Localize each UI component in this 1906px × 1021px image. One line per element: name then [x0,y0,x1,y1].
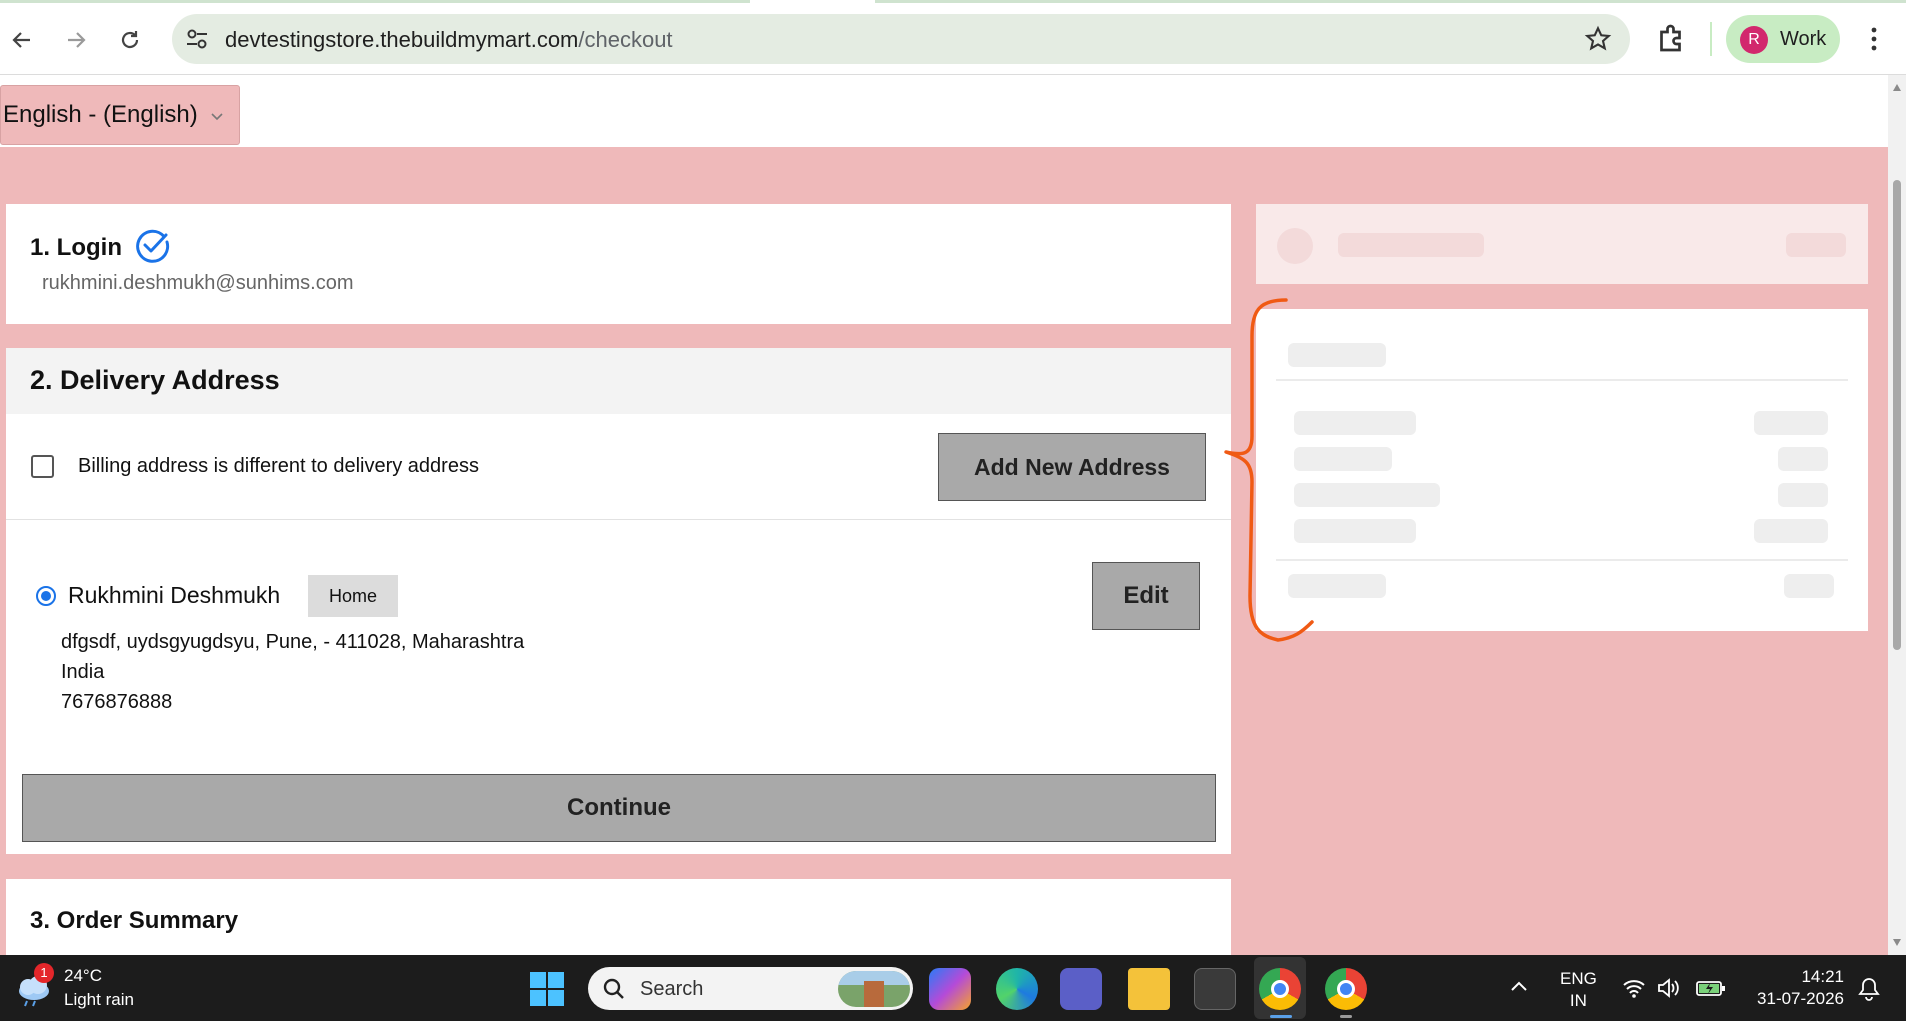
wifi-icon[interactable] [1622,977,1646,999]
loading-skeleton-header [1256,204,1868,284]
active-app-indicator [1270,1015,1292,1018]
taskbar-search-placeholder: Search [640,978,704,1000]
edit-address-button[interactable]: Edit [1092,562,1200,630]
search-highlight-image [838,971,910,1007]
chrome-profile-icon[interactable] [1325,968,1367,1010]
skeleton-line [1754,411,1828,435]
section-divider [6,519,1231,520]
scroll-up-arrow-icon[interactable] [1892,83,1902,93]
dev-tool-app-icon[interactable] [1194,968,1236,1010]
profile-label: Work [1780,28,1827,50]
bookmark-star-icon[interactable] [1584,25,1612,53]
extensions-puzzle-icon[interactable] [1654,20,1690,56]
input-language-code: ENG [1560,969,1597,988]
forward-arrow-icon [68,32,86,48]
file-explorer-icon[interactable] [1128,968,1170,1010]
language-select[interactable]: English - (English) [0,85,240,145]
language-select-value: English - (English) [3,101,198,128]
input-region-code: IN [1569,991,1587,1010]
skeleton-line [1338,233,1484,257]
site-settings-icon[interactable] [184,26,210,52]
url-path: /checkout [578,27,673,52]
login-section: 1. Login rukhmini.deshmukh@sunhims.com [6,204,1231,324]
system-clock[interactable]: 14:21 31-07-2026 [1740,966,1844,1010]
url-domain: devtestingstore.thebuildmymart.com [225,27,579,52]
clock-time: 14:21 [1801,967,1844,986]
annotation-brace [1224,298,1314,642]
profile-avatar: R [1740,26,1768,54]
reload-button[interactable] [108,18,152,62]
skeleton-line [1778,447,1828,471]
skeleton-line [1786,233,1846,257]
skeleton-avatar [1277,228,1313,264]
profile-button[interactable]: R Work [1726,15,1840,63]
clock-date: 31-07-2026 [1757,989,1844,1008]
address-select-radio[interactable] [36,586,56,606]
login-email: rukhmini.deshmukh@sunhims.com [42,272,354,294]
address-phone: 7676876888 [61,691,173,713]
delivery-address-section: 2. Delivery Address Billing address is d… [6,348,1231,854]
address-type-badge: Home [308,575,398,617]
skeleton-divider [1276,559,1848,561]
scroll-down-arrow-icon[interactable] [1892,937,1902,947]
scrollbar-thumb[interactable] [1893,180,1901,650]
continue-button[interactable]: Continue [22,774,1216,842]
back-button[interactable] [0,18,44,62]
volume-icon[interactable] [1656,977,1680,999]
skeleton-line [1778,483,1828,507]
address-name: Rukhmini Deshmukh [68,582,281,608]
delivery-title: 2. Delivery Address [30,365,280,395]
search-icon [603,978,624,999]
copilot-app-icon[interactable] [929,968,971,1010]
toolbar-separator [1710,22,1712,56]
input-language-indicator[interactable]: ENG IN [1560,968,1597,1012]
delivery-header: 2. Delivery Address [6,348,1231,414]
skeleton-divider [1276,379,1848,381]
order-summary-title: 3. Order Summary [30,907,239,934]
windows-start-icon[interactable] [530,972,564,1006]
weather-description[interactable]: Light rain [64,990,134,1010]
add-new-address-button[interactable]: Add New Address [938,433,1206,501]
teams-app-icon[interactable] [1060,968,1102,1010]
browser-toolbar: devtestingstore.thebuildmymart.com/check… [0,0,1906,75]
chevron-down-icon [211,113,223,121]
weather-notification-badge: 1 [34,963,54,983]
chevron-up-icon[interactable] [1510,979,1528,993]
login-complete-check-icon [136,229,170,263]
billing-different-label[interactable]: Billing address is different to delivery… [78,455,479,478]
billing-different-checkbox[interactable] [31,455,54,478]
battery-charging-icon[interactable] [1696,977,1726,999]
notification-bell-icon[interactable] [1858,977,1880,1001]
login-title: 1. Login [30,234,122,261]
running-app-indicator [1340,1015,1352,1018]
edge-browser-icon[interactable] [996,968,1038,1010]
skeleton-line [1784,574,1834,598]
address-line: dfgsdf, uydsgyugdsyu, Pune, - 411028, Ma… [61,631,525,653]
address-country: India [61,661,105,683]
weather-temperature[interactable]: 24°C [64,966,102,986]
page-scrollbar[interactable] [1888,75,1906,955]
chrome-browser-icon[interactable] [1259,968,1301,1010]
reload-icon [121,31,139,49]
skeleton-line [1754,519,1828,543]
browser-menu-icon[interactable] [1862,22,1886,56]
tab-strip-edge [0,0,750,3]
tab-strip-edge [875,0,1906,3]
forward-button[interactable] [54,18,98,62]
address-bar[interactable]: devtestingstore.thebuildmymart.com/check… [172,14,1630,64]
url-text[interactable]: devtestingstore.thebuildmymart.com/check… [225,27,673,53]
loading-skeleton-summary [1256,309,1868,631]
taskbar: 1 24°C Light rain Search ENG IN 14:21 31… [0,955,1906,1021]
taskbar-search[interactable]: Search [588,967,913,1010]
back-arrow-icon [12,32,30,48]
language-bar: English - (English) [0,75,1888,147]
